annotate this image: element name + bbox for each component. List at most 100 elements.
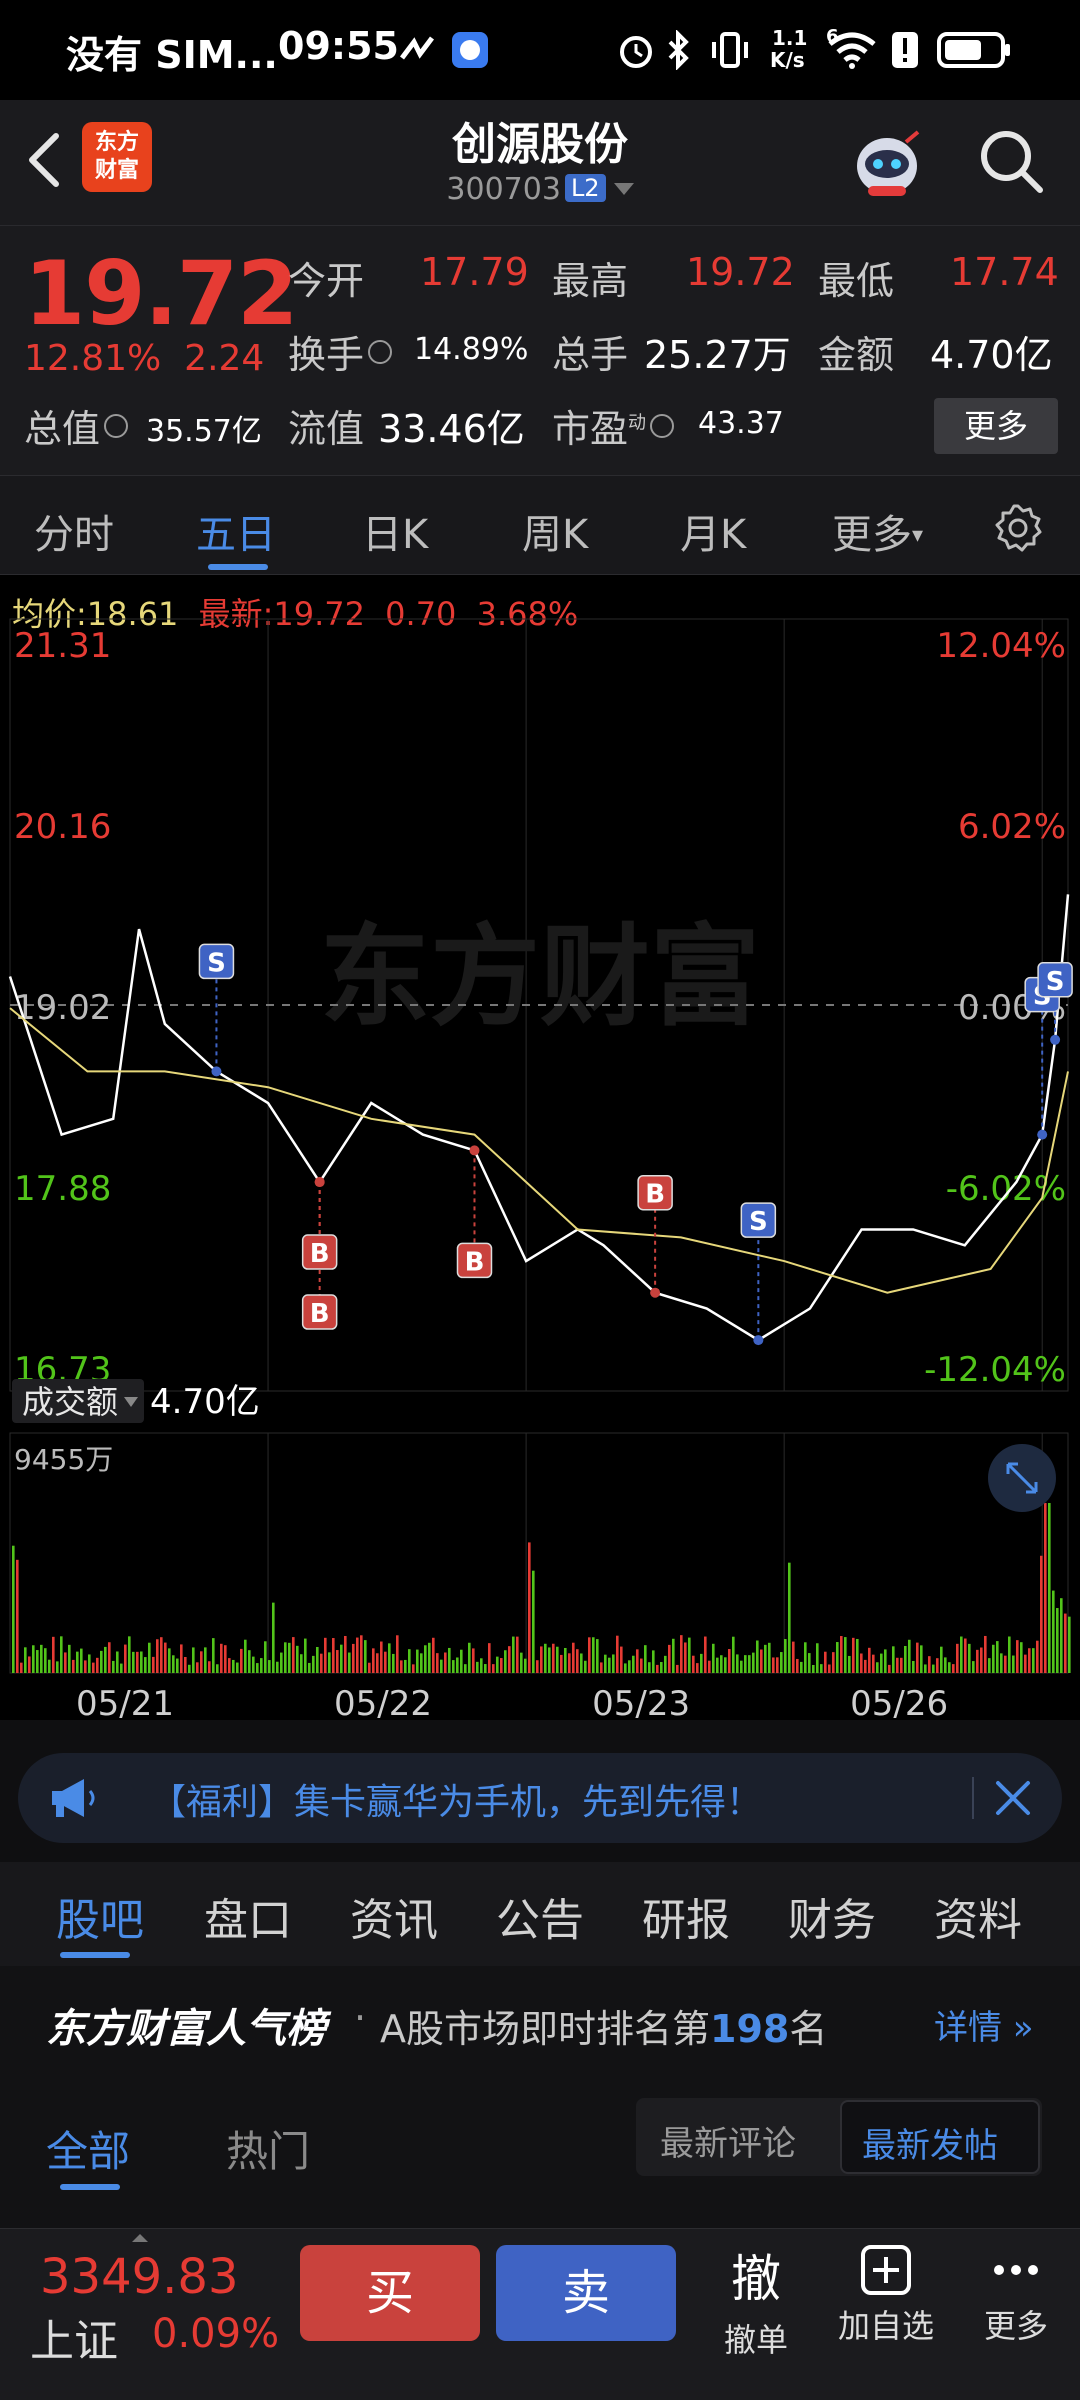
volume-bar (424, 1645, 427, 1673)
volume-bar (976, 1649, 979, 1673)
tab-five-day[interactable]: 五日 (196, 502, 276, 560)
tab-daily-k[interactable]: 日K (362, 502, 428, 560)
popularity-rank-bar[interactable]: 东方财富人气榜 · A股市场即时排名第198名 详情 » (0, 1966, 1080, 2078)
volume-bar (564, 1647, 567, 1673)
volume-bars (12, 1503, 1071, 1673)
marker-dot (1037, 1129, 1048, 1140)
volume-bar (440, 1659, 443, 1673)
turnover-label-text: 换手 (288, 333, 365, 377)
five-day-chart[interactable]: 均价:18.61 最新:19.72 0.70 3.68% 东方财富 21.31 12… (0, 575, 1080, 1843)
volume-bar (220, 1643, 223, 1673)
rank-text-after: 名 (789, 2007, 828, 2051)
tab-order-book[interactable]: 盘口 (204, 1884, 292, 1948)
volume-bar (852, 1637, 855, 1673)
add-favorite-button[interactable]: 加自选 (826, 2239, 946, 2347)
volume-bar (292, 1637, 295, 1673)
volume-bar (192, 1647, 195, 1673)
volume-bar (1028, 1648, 1031, 1673)
volume-bar (572, 1642, 575, 1673)
volume-bar (72, 1659, 75, 1673)
volume-bar (16, 1559, 19, 1673)
nfc-icon (400, 36, 434, 60)
volume-bar (68, 1644, 71, 1673)
volume-bar (164, 1642, 167, 1673)
sort-toggle: 最新评论 最新发帖 (636, 2098, 1042, 2176)
tab-profile[interactable]: 资料 (934, 1884, 1022, 1948)
feed-tab-hot[interactable]: 热门 (226, 2118, 310, 2179)
x-date-label: 05/23 (592, 1684, 690, 1720)
volume-bar (1040, 1555, 1043, 1673)
volume-bar (504, 1650, 507, 1673)
promo-text: 【福利】集卡赢华为手机，先到先得！ (150, 1782, 763, 1823)
volume-bar (932, 1664, 935, 1673)
status-bar: 没有 SIM... 09:55 1.1 K/s 6 (0, 0, 1080, 100)
volume-bar (736, 1654, 739, 1673)
tab-announcements[interactable]: 公告 (496, 1884, 584, 1948)
search-icon[interactable] (978, 128, 1046, 196)
tab-news[interactable]: 资讯 (350, 1884, 438, 1948)
marker-dot (1050, 1034, 1061, 1045)
volume-bar (568, 1653, 571, 1673)
more-actions-button[interactable]: 更多 (956, 2239, 1076, 2347)
y-tick-left: 21.31 (14, 626, 111, 666)
volume-bar (896, 1657, 899, 1673)
volume-bar (868, 1647, 871, 1673)
sell-button[interactable]: 卖 (496, 2245, 676, 2341)
volume-bar (276, 1661, 279, 1673)
gear-icon[interactable] (992, 502, 1044, 554)
volume-bar (756, 1640, 759, 1673)
volume-bar (820, 1664, 823, 1673)
volume-bar (804, 1642, 807, 1673)
volume-bar (96, 1657, 99, 1673)
volume-bar (908, 1639, 911, 1673)
more-quote-button[interactable]: 更多 (934, 398, 1058, 454)
tab-weekly-k[interactable]: 周K (522, 502, 588, 560)
tab-research[interactable]: 研报 (642, 1884, 730, 1948)
volume-bar (80, 1648, 83, 1673)
volume-bar (444, 1652, 447, 1673)
volume-bar (436, 1653, 439, 1673)
tab-intraday[interactable]: 分时 (34, 502, 114, 560)
volume-bar (824, 1651, 827, 1673)
feed-tab-indicator (60, 2184, 120, 2190)
price-volume-chart: 东方财富21.31 12.04%20.16 6.02%19.02 0.00%17.88… (8, 618, 1073, 1720)
marker-dot (469, 1145, 480, 1156)
active-info-tab-indicator (60, 1952, 130, 1958)
volume-bar (644, 1645, 647, 1673)
feed-tab-all[interactable]: 全部 (46, 2118, 130, 2179)
volume-bar (224, 1645, 227, 1673)
volume-bar (156, 1639, 159, 1673)
cancel-order-button[interactable]: 撤 撤单 (696, 2239, 816, 2361)
info-icon[interactable] (104, 414, 129, 438)
info-icon[interactable] (368, 340, 393, 364)
current-price: 19.72 (24, 242, 298, 345)
volume-bar (796, 1658, 799, 1673)
marker-label-B: B (645, 1180, 665, 1210)
tab-finance[interactable]: 财务 (788, 1884, 876, 1948)
volume-bar (1000, 1653, 1003, 1673)
volume-bar (732, 1636, 735, 1673)
sort-latest-comment[interactable]: 最新评论 (660, 2116, 796, 2165)
rank-detail-link[interactable]: 详情 » (934, 2000, 1034, 2049)
volume-bar (696, 1663, 699, 1673)
volume-bar (12, 1545, 15, 1673)
volume-bar (704, 1636, 707, 1673)
sort-latest-post-button[interactable]: 最新发帖 (840, 2100, 1040, 2174)
tab-monthly-k[interactable]: 月K (680, 502, 746, 560)
volume-bar (512, 1636, 515, 1673)
volume-bar (88, 1654, 91, 1673)
info-icon[interactable] (650, 414, 675, 438)
close-icon[interactable] (994, 1779, 1032, 1817)
volume-bar (844, 1637, 847, 1673)
volume-bar (788, 1562, 791, 1673)
volume-bar (496, 1656, 499, 1673)
volume-bar (112, 1660, 115, 1673)
tab-more[interactable]: 更多▾ (832, 502, 923, 560)
buy-button[interactable]: 买 (300, 2245, 480, 2341)
robot-assistant-icon[interactable] (846, 122, 928, 204)
volume-bar (856, 1638, 859, 1673)
x-date-label: 05/22 (334, 1684, 432, 1720)
volume-bar (848, 1655, 851, 1673)
promo-banner[interactable]: 【福利】集卡赢华为手机，先到先得！ (18, 1753, 1062, 1843)
tab-guba[interactable]: 股吧 (56, 1884, 144, 1948)
